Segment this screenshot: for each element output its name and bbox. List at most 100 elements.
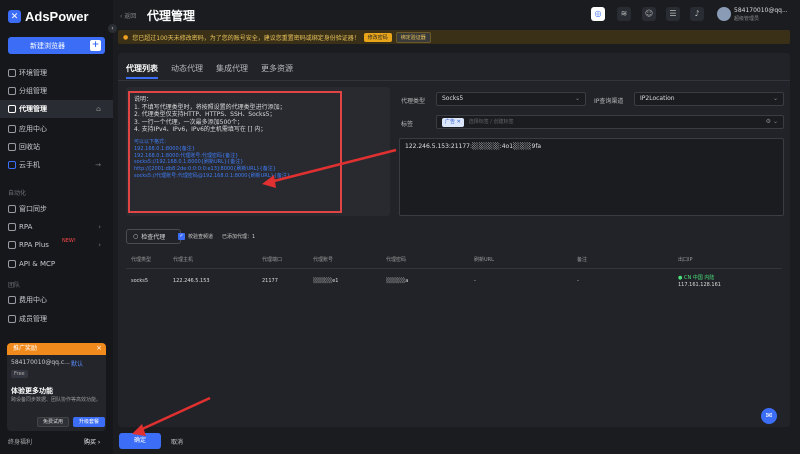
proxy-type-select[interactable]: Socks5 ⌄: [436, 92, 586, 106]
sidebar-item-label: 代理管理: [19, 105, 47, 113]
promo-header: 推广奖励: [7, 343, 106, 355]
topbar: ‹ 返回 代理管理 ◎ ≋ ☺ ☰ ♪ 584170010@qq... 超级管理…: [113, 0, 800, 28]
sidebar-item-env[interactable]: 环境管理: [0, 64, 113, 82]
sidebar-item-billing[interactable]: 费用中心: [0, 291, 113, 309]
tab-proxy-list[interactable]: 代理列表: [126, 63, 158, 79]
proxy-input-value: 122.246.5.153:21177:░░░░░░:4o1░░░░9fa: [405, 143, 542, 150]
ip-query-select[interactable]: IP2Location ⌄: [634, 92, 784, 106]
footer-benefit: 终身福利: [8, 439, 33, 446]
promo-card: 推广奖励 × 584170010@qq.c... 默认 Free 体验更多功能 …: [7, 343, 106, 431]
home-icon[interactable]: ⌂: [96, 105, 101, 113]
sidebar-item-cloud-phone[interactable]: 云手机 →: [0, 156, 113, 174]
confirm-button[interactable]: 确定: [119, 433, 161, 449]
tag-chip[interactable]: 广告 ✕: [442, 118, 464, 127]
cell-exit-ip: 117.161.128.161: [678, 282, 721, 288]
sidebar-item-label: 云手机: [19, 161, 40, 169]
sidebar-item-label: 应用中心: [19, 125, 47, 133]
openai-icon[interactable]: ◎: [591, 7, 605, 21]
sidebar-item-label: 成员管理: [19, 315, 47, 323]
change-password-button[interactable]: 修改密码: [363, 32, 392, 42]
sidebar-item-rpa[interactable]: RPA ›: [0, 218, 113, 236]
col-header: 刷新URL: [474, 257, 494, 263]
bell-icon[interactable]: ♪: [690, 7, 704, 21]
settings-icon[interactable]: ⚙ ⌄: [766, 116, 778, 128]
rpa-icon: [8, 223, 16, 231]
sidebar-item-apps[interactable]: 应用中心: [0, 120, 113, 138]
tab-more-resources[interactable]: 更多资源: [261, 63, 293, 79]
arrow-right-icon: →: [95, 161, 101, 169]
sidebar-item-label: API & MCP: [19, 260, 56, 268]
sidebar-item-proxy[interactable]: 代理管理 ⌂: [0, 100, 113, 118]
col-header: 备注: [577, 257, 588, 263]
format-line: 192.168.0.1:8000{备注}: [134, 145, 195, 152]
col-header: 代理账号: [313, 257, 334, 263]
adspower-logo-icon: ✕: [8, 10, 21, 23]
proxy-type-label: 代理类型: [401, 98, 426, 105]
cloud-phone-icon: [8, 161, 16, 169]
new-browser-label: 新建浏览器: [30, 41, 65, 50]
plus-icon[interactable]: +: [90, 40, 101, 51]
wifi-icon[interactable]: ≋: [617, 7, 631, 21]
trash-icon: [8, 143, 16, 151]
sidebar-item-groups[interactable]: 分组管理: [0, 82, 113, 100]
buy-link[interactable]: 购买 ›: [84, 437, 100, 446]
instruction-line: 2. 代理类型仅支持HTTP、HTTPS、SSH、Socks5；: [134, 111, 276, 119]
instruction-line: 说明：: [134, 96, 153, 103]
user-role: 超级管理员: [734, 16, 760, 22]
sidebar-item-label: 费用中心: [19, 296, 47, 304]
members-icon: [8, 315, 16, 323]
promo-cloud[interactable]: 默认: [71, 359, 83, 368]
proxy-input-textarea[interactable]: 122.246.5.153:21177:░░░░░░:4o1░░░░9fa: [399, 138, 784, 216]
col-header: 代理主机: [173, 257, 194, 263]
sidebar-item-label: 窗口同步: [19, 205, 47, 213]
chevron-down-icon: ⌄: [574, 95, 580, 102]
section-automation: 自动化: [8, 190, 27, 197]
col-header: 出口IP: [678, 257, 693, 263]
instruction-line: 4. 支持IPv4、IPv6，IPv6的主机需填写在 [] 内；: [134, 126, 267, 134]
bind-authenticator-button[interactable]: 绑定验证器: [395, 31, 431, 43]
new-browser-button[interactable]: 新建浏览器 +: [8, 37, 105, 54]
tab-dynamic-proxy[interactable]: 动态代理: [171, 63, 203, 79]
tag-select[interactable]: 广告 ✕ 选择标签 / 创建标签 ⚙ ⌄: [436, 115, 784, 129]
security-notice: ● 您已超过100天未修改密码，为了您的账号安全，建议您重置密码或绑定身份验证器…: [118, 30, 790, 44]
sidebar-item-window-sync[interactable]: 窗口同步: [0, 200, 113, 218]
tag-placeholder: 选择标签 / 创建标签: [468, 119, 514, 125]
sidebar-item-rpa-plus[interactable]: RPA Plus ›: [0, 236, 113, 254]
support-icon[interactable]: ☺: [642, 7, 656, 21]
cancel-button[interactable]: 取消: [171, 437, 183, 446]
sidebar: ✕ AdsPower 新建浏览器 + 环境管理 分组管理 代理管理 ⌂ 应用中心 …: [0, 0, 113, 454]
verify-checkbox-label: 校验查频道: [188, 234, 214, 240]
rpa-plus-icon: [8, 241, 16, 249]
sidebar-item-trash[interactable]: 回收站: [0, 138, 113, 156]
sidebar-item-members[interactable]: 成员管理: [0, 310, 113, 328]
group-icon: [8, 87, 16, 95]
cell-refresh-url: -: [474, 278, 476, 284]
back-link[interactable]: ‹ 返回: [120, 11, 136, 20]
cell-note: -: [577, 278, 579, 284]
upgrade-button[interactable]: 升级套餐: [73, 417, 105, 427]
sidebar-item-label: RPA: [19, 223, 33, 231]
close-icon[interactable]: ×: [96, 344, 102, 352]
user-name[interactable]: 584170010@qq...: [734, 7, 788, 14]
sidebar-item-api[interactable]: API & MCP: [0, 255, 113, 273]
footer-bar: 确定 取消: [113, 427, 800, 454]
tag-label: 标签: [401, 121, 414, 128]
check-proxy-button[interactable]: ○ 检查代理: [126, 229, 181, 244]
proxy-type-value: Socks5: [442, 95, 464, 102]
api-icon: [8, 260, 16, 268]
section-team: 团队: [8, 282, 21, 289]
chat-support-icon[interactable]: ✉: [761, 408, 777, 424]
verify-checkbox[interactable]: ✓: [178, 233, 185, 240]
sidebar-item-label: 回收站: [19, 143, 40, 151]
apps-icon: [8, 125, 16, 133]
col-header: 代理类型: [131, 257, 152, 263]
task-list-icon[interactable]: ☰: [666, 7, 680, 21]
format-line: 可以以下格式：: [134, 138, 170, 145]
check-proxy-label: 检查代理: [141, 234, 166, 241]
instructions-box: 说明： 1. 不填写代理类型时，将按照设置的代理类型进行添加； 2. 代理类型仅…: [128, 91, 342, 213]
tab-integrated-proxy[interactable]: 集成代理: [216, 63, 248, 79]
avatar[interactable]: [717, 7, 731, 21]
free-trial-button[interactable]: 免费试用: [37, 417, 69, 427]
chevron-right-icon: ›: [98, 223, 101, 231]
collapse-sidebar-icon[interactable]: ‹: [108, 24, 117, 33]
